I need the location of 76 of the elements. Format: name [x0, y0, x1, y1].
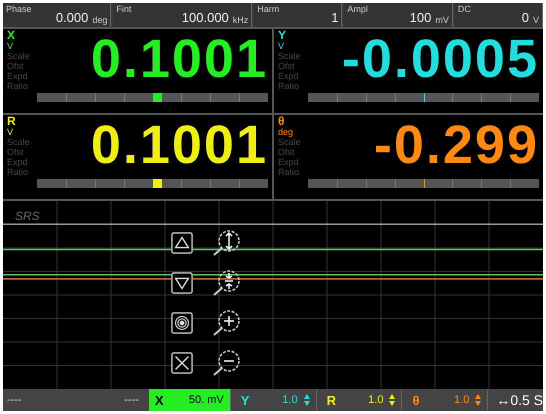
scale-channel: θ: [412, 392, 420, 408]
parameter-label: Fint: [116, 4, 132, 14]
channel-setting-label: Expd: [7, 71, 29, 81]
channel-setting-label: Ofst: [7, 61, 25, 71]
parameter-unit: V: [532, 15, 539, 25]
scale-value: 1.0: [368, 394, 384, 406]
parameter-label: Harm: [257, 4, 280, 14]
parameter-box[interactable]: Fint 100.000 kHz: [113, 3, 252, 27]
channel-name: Y: [278, 29, 288, 41]
channel-setting-label: Scale: [278, 51, 302, 61]
parameter-box[interactable]: Ampl 100 mV: [344, 3, 453, 27]
channel-setting-label: Ratio: [7, 167, 30, 177]
channel-setting-label: Scale: [278, 137, 302, 147]
triangle-down-icon[interactable]: [171, 272, 193, 294]
channel-reading: 0.1001: [90, 29, 268, 89]
level-marker[interactable]: [153, 93, 162, 102]
status-text: ----: [6, 394, 23, 406]
parameter-value: 0: [522, 10, 529, 25]
channel-reading: -0.299: [372, 115, 539, 175]
zoom-out-icon[interactable]: [211, 349, 241, 377]
status-text: ----: [123, 394, 140, 406]
parameter-unit: deg: [92, 15, 108, 25]
close-icon[interactable]: [171, 352, 193, 374]
scale-channel: X: [154, 392, 164, 408]
channel-setting-label: Expd: [278, 157, 300, 167]
scale-value: 1.0: [454, 394, 470, 406]
parameter-box[interactable]: Harm 1: [254, 3, 342, 27]
zoom-out-vertical-icon[interactable]: [211, 269, 241, 297]
scale-channel: R: [326, 392, 336, 408]
parameter-unit: kHz: [232, 15, 248, 25]
channel-name: X: [7, 29, 16, 41]
channel-unit: V: [7, 127, 14, 137]
parameter-label: DC: [458, 4, 471, 14]
channel-setting-label: Scale: [7, 51, 31, 61]
target-icon[interactable]: [171, 312, 193, 334]
channel-name: R: [7, 115, 17, 127]
channel-setting-label: Scale: [7, 137, 31, 147]
channel-reading: 0.1001: [90, 115, 268, 175]
channel-unit: V: [278, 41, 286, 51]
scale-value: 50. mV: [188, 394, 224, 406]
channel-setting-label: Expd: [278, 71, 300, 81]
spinner-icon: [389, 394, 396, 406]
channel-reading: -0.0005: [340, 29, 539, 89]
logo: SRS: [15, 209, 40, 223]
channel-setting-label: Ratio: [278, 81, 300, 91]
scale-value: 1.0: [282, 394, 298, 406]
parameter-box[interactable]: DC 0 V: [454, 3, 543, 27]
channel-setting-label: Ofst: [7, 147, 25, 157]
scale-channel: Y: [240, 392, 250, 408]
scale-control[interactable]: R 1.0: [320, 389, 402, 411]
parameter-unit: mV: [435, 15, 449, 25]
zoom-in-vertical-icon[interactable]: [211, 229, 241, 257]
time-scale[interactable]: ↔0.5 S: [492, 392, 543, 408]
parameter-value: 100.000: [182, 10, 229, 25]
parameter-label: Phase: [6, 4, 32, 14]
channel-unit: V: [7, 41, 14, 51]
spinner-icon: [304, 394, 310, 406]
triangle-up-icon[interactable]: [171, 232, 193, 254]
parameter-label: Ampl: [347, 4, 368, 14]
scale-control[interactable]: Y 1.0: [234, 389, 317, 411]
parameter-value: 0.000: [56, 10, 88, 25]
parameter-value: 1: [331, 10, 338, 25]
channel-setting-label: Ofst: [278, 61, 296, 71]
channel-setting-label: Expd: [7, 157, 29, 167]
channel-unit: deg: [278, 127, 294, 137]
parameter-box[interactable]: Phase 0.000 deg: [3, 3, 112, 27]
spinner-icon: [475, 394, 482, 406]
level-marker[interactable]: [153, 179, 162, 188]
parameter-value: 100: [410, 10, 432, 25]
scale-control[interactable]: X 50. mV: [148, 389, 231, 411]
channel-setting-label: Ratio: [7, 81, 30, 91]
scale-control[interactable]: θ 1.0: [406, 389, 488, 411]
zoom-in-icon[interactable]: [211, 309, 241, 337]
channel-name: θ: [278, 115, 286, 127]
channel-setting-label: Ofst: [278, 147, 296, 157]
channel-setting-label: Ratio: [278, 167, 300, 177]
